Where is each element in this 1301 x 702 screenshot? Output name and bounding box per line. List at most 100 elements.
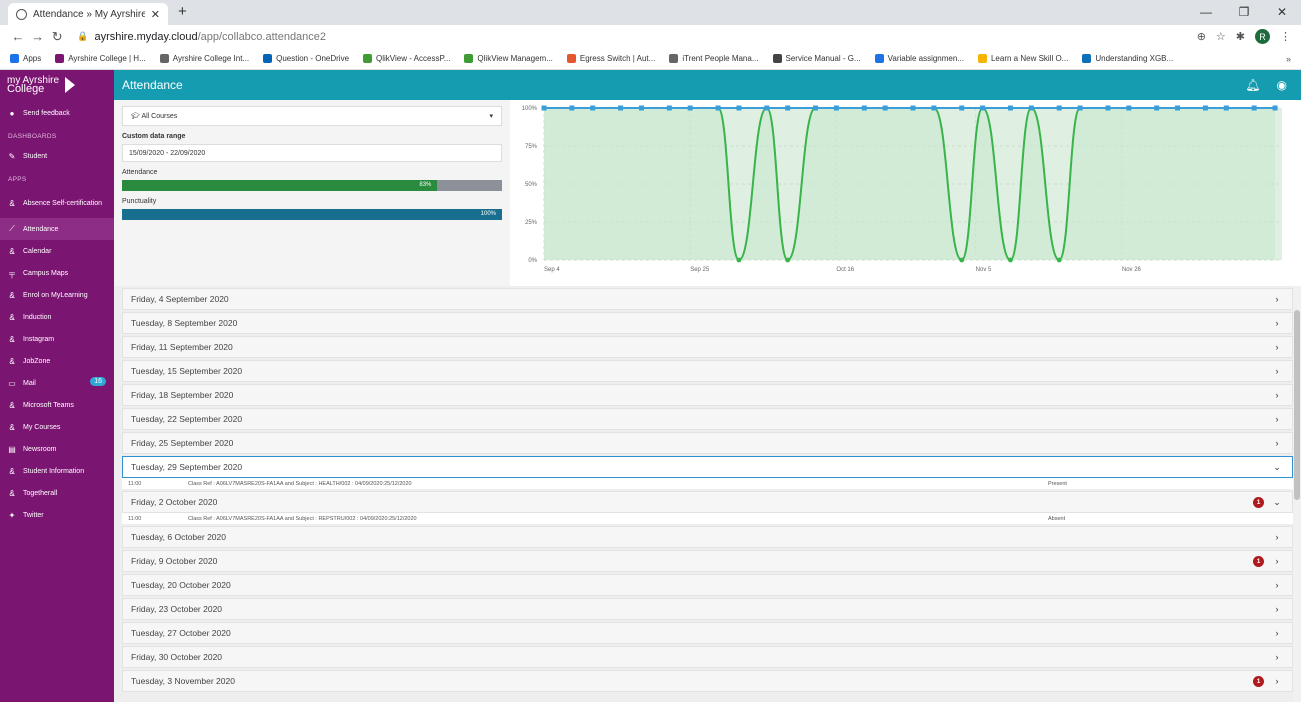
bookmark-2[interactable]: Ayrshire College Int... — [159, 54, 249, 63]
session-date: Tuesday, 27 October 2020 — [131, 628, 231, 638]
user-circle-icon[interactable]: ◉ — [1277, 78, 1287, 92]
session-row[interactable]: Friday, 23 October 2020 › — [122, 598, 1293, 620]
chevron-right-icon[interactable]: › — [1270, 604, 1284, 614]
menu-kebab-icon[interactable]: ⋮ — [1280, 30, 1291, 43]
bookmark-favicon-icon — [10, 54, 19, 63]
session-row[interactable]: Tuesday, 20 October 2020 › — [122, 574, 1293, 596]
scrollbar[interactable] — [1293, 286, 1301, 702]
sidebar-item-togetherall[interactable]: & Togetherall — [0, 482, 114, 504]
profile-avatar[interactable]: R — [1255, 29, 1270, 44]
browser-tab[interactable]: Attendance » My Ayrshire Colleg ✕ — [8, 3, 168, 25]
chevron-right-icon[interactable]: › — [1270, 628, 1284, 638]
bookmark-favicon-icon — [772, 54, 782, 63]
date-range-input[interactable]: 15/09/2020 - 22/09/2020 — [122, 144, 502, 162]
app-header: my Ayrshire College Attendance 🔔︎ ◉ — [0, 70, 1301, 100]
session-detail-row: 11:00 Class Ref : A06LV7MASRE20S-FA1AA an… — [122, 513, 1293, 524]
chevron-right-icon[interactable]: › — [1270, 294, 1284, 304]
chevron-right-icon[interactable]: › — [1270, 676, 1284, 686]
punctuality-point — [980, 105, 986, 111]
session-row[interactable]: Tuesday, 8 September 2020 › — [122, 312, 1293, 334]
chevron-down-icon[interactable]: ⌄ — [1270, 462, 1284, 473]
chevron-right-icon[interactable]: › — [1270, 580, 1284, 590]
sidebar-item-twitter[interactable]: ✦ Twitter — [0, 504, 114, 526]
chevron-right-icon[interactable]: › — [1270, 390, 1284, 400]
session-date: Friday, 4 September 2020 — [131, 294, 229, 304]
session-row[interactable]: Friday, 25 September 2020 › — [122, 432, 1293, 454]
sidebar-item-newsroom[interactable]: ▤ Newsroom — [0, 438, 114, 460]
new-tab-button[interactable]: + — [178, 3, 187, 20]
close-tab-icon[interactable]: ✕ — [151, 8, 160, 21]
chevron-right-icon[interactable]: › — [1270, 532, 1284, 542]
sidebar-section-dashboards: DASHBOARDS — [8, 133, 57, 140]
sidebar-item-mail[interactable]: ▭ Mail 16 — [0, 372, 114, 394]
bookmark-7[interactable]: iTrent People Mana... — [669, 54, 759, 63]
reload-icon[interactable]: ↻ — [49, 29, 65, 45]
punctuality-point — [1007, 105, 1013, 111]
sidebar-item-induction[interactable]: & Induction — [0, 306, 114, 328]
bookmark-3[interactable]: Question - OneDrive — [263, 54, 349, 63]
sidebar-item-absence-self-certification[interactable]: & Absence Self-certification — [0, 188, 114, 218]
content-area: 🎓︎ All Courses ▾ Custom data range 15/09… — [114, 100, 1301, 702]
chevron-right-icon[interactable]: › — [1270, 342, 1284, 352]
back-icon[interactable]: ← — [10, 29, 26, 44]
bookmark-11[interactable]: Understanding XGB... — [1082, 54, 1173, 63]
session-row[interactable]: Friday, 2 October 2020 1 ⌄ — [122, 491, 1293, 513]
sidebar-item-attendance[interactable]: ⟋ Attendance — [0, 218, 114, 240]
college-logo[interactable]: my Ayrshire College — [0, 70, 114, 100]
session-row[interactable]: Tuesday, 27 October 2020 › — [122, 622, 1293, 644]
sidebar-item-my-courses[interactable]: & My Courses — [0, 416, 114, 438]
sidebar-item-send-feedback[interactable]: ● Send feedback — [0, 102, 114, 124]
page-title: Attendance — [122, 78, 183, 92]
bookmark-5[interactable]: QlikView Managem... — [464, 54, 553, 63]
bookmark-8[interactable]: Service Manual - G... — [772, 54, 861, 63]
sidebar-item-calendar[interactable]: & Calendar — [0, 240, 114, 262]
session-row[interactable]: Tuesday, 15 September 2020 › — [122, 360, 1293, 382]
sidebar-item-jobzone[interactable]: & JobZone — [0, 350, 114, 372]
punctuality-point — [833, 105, 839, 111]
sidebar-item-campus-maps[interactable]: ╤ Campus Maps — [0, 262, 114, 284]
extensions-icon[interactable]: ✱ — [1236, 30, 1245, 43]
bookmark-4[interactable]: QlikView - AccessP... — [363, 54, 450, 63]
forward-icon[interactable]: → — [30, 29, 46, 44]
scrollbar-thumb[interactable] — [1294, 310, 1300, 500]
sidebar-item-enrol-on-mylearning[interactable]: & Enrol on MyLearning — [0, 284, 114, 306]
session-row[interactable]: Friday, 18 September 2020 › — [122, 384, 1293, 406]
bookmark-favicon-icon — [566, 54, 576, 63]
url-field[interactable]: 🔒 ayrshire.myday.cloud/app/collabco.atte… — [77, 31, 1184, 43]
bookmark-9[interactable]: Variable assignmen... — [874, 54, 964, 63]
bookmark-6[interactable]: Egress Switch | Aut... — [566, 54, 655, 63]
url-path: /app/collabco.attendance2 — [197, 30, 327, 43]
chevron-right-icon[interactable]: › — [1270, 318, 1284, 328]
sidebar-item-student[interactable]: ✎ Student — [0, 145, 114, 167]
session-row[interactable]: Friday, 9 October 2020 1 › — [122, 550, 1293, 572]
bookmarks-overflow-icon[interactable]: » — [1286, 54, 1291, 64]
star-icon[interactable]: ☆ — [1216, 30, 1226, 43]
course-select[interactable]: 🎓︎ All Courses ▾ — [122, 106, 502, 126]
close-window-icon[interactable]: ✕ — [1263, 0, 1301, 25]
bookmark-0[interactable]: Apps — [10, 54, 41, 63]
session-row[interactable]: Friday, 11 September 2020 › — [122, 336, 1293, 358]
zoom-icon[interactable]: ⊕ — [1197, 30, 1206, 43]
chevron-right-icon[interactable]: › — [1270, 556, 1284, 566]
chevron-down-icon[interactable]: ⌄ — [1270, 497, 1284, 508]
chevron-right-icon[interactable]: › — [1270, 414, 1284, 424]
session-row[interactable]: Tuesday, 3 November 2020 1 › — [122, 670, 1293, 692]
session-date: Friday, 9 October 2020 — [131, 556, 218, 566]
bell-icon[interactable]: 🔔︎ — [1245, 78, 1260, 92]
session-row[interactable]: Tuesday, 22 September 2020 › — [122, 408, 1293, 430]
session-row[interactable]: Friday, 30 October 2020 › — [122, 646, 1293, 668]
restore-icon[interactable]: ❐ — [1225, 0, 1263, 25]
minimize-icon[interactable]: — — [1187, 0, 1225, 25]
chevron-right-icon[interactable]: › — [1270, 438, 1284, 448]
inbox-icon: ▭ — [8, 378, 16, 388]
sidebar-item-student-information[interactable]: & Student Information — [0, 460, 114, 482]
bookmark-1[interactable]: Ayrshire College | H... — [55, 54, 146, 63]
bookmark-10[interactable]: Learn a New Skill O... — [977, 54, 1068, 63]
session-row[interactable]: Tuesday, 29 September 2020 ⌄ — [122, 456, 1293, 478]
sidebar-item-instagram[interactable]: & Instagram — [0, 328, 114, 350]
session-row[interactable]: Tuesday, 6 October 2020 › — [122, 526, 1293, 548]
chevron-right-icon[interactable]: › — [1270, 366, 1284, 376]
chevron-right-icon[interactable]: › — [1270, 652, 1284, 662]
session-row[interactable]: Friday, 4 September 2020 › — [122, 288, 1293, 310]
sidebar-item-microsoft-teams[interactable]: & Microsoft Teams — [0, 394, 114, 416]
